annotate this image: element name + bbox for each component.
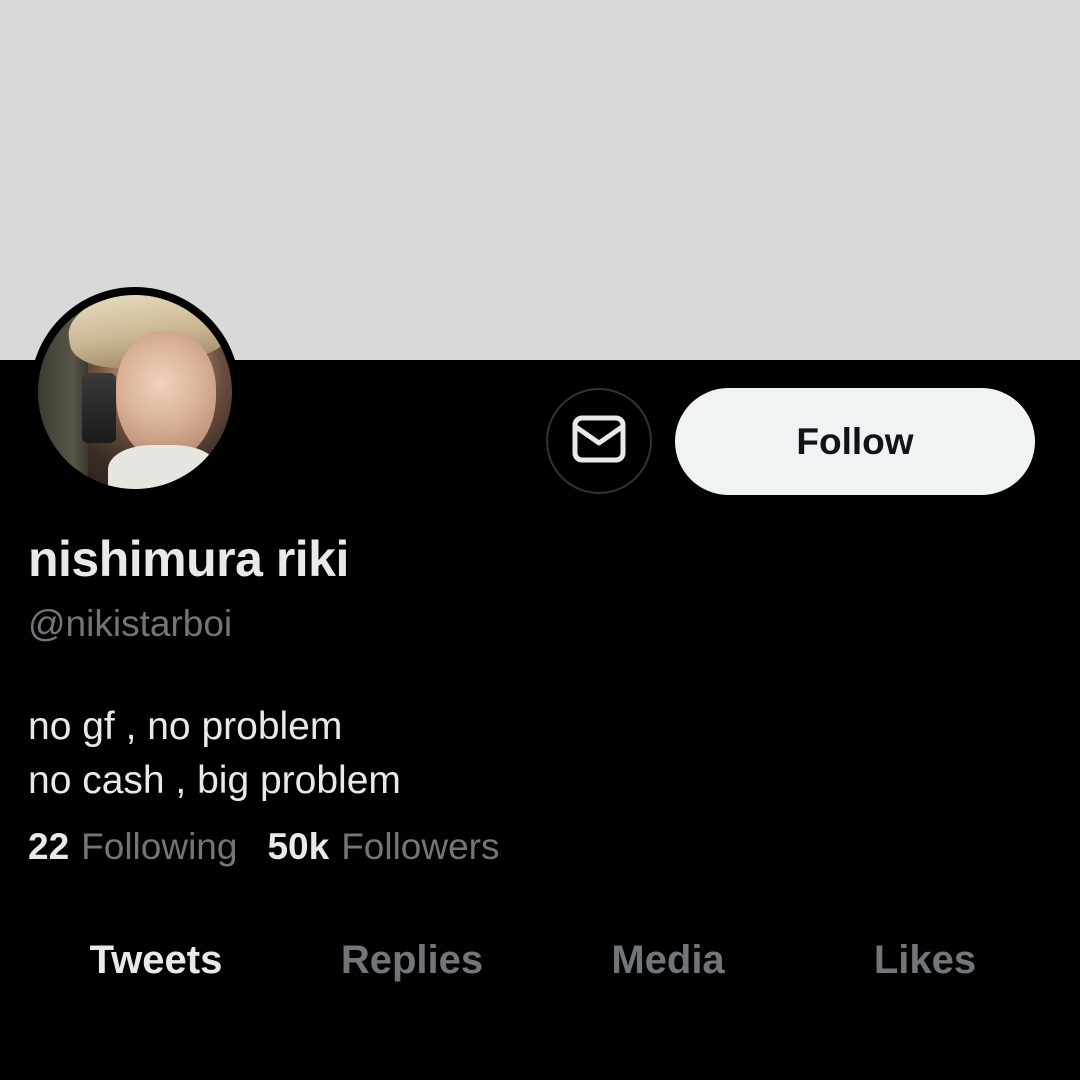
profile-stats: 22 Following 50k Followers [28,826,500,868]
avatar[interactable] [30,287,240,497]
followers-count: 50k [267,826,330,867]
profile-page: Follow nishimura riki @nikistarboi no gf… [0,0,1080,1080]
envelope-icon [572,415,626,468]
bio-line: no gf , no problem [28,705,343,748]
profile-bio: no gf , no problem no cash , big problem [28,700,401,808]
display-name: nishimura riki [28,531,349,587]
tab-replies[interactable]: Replies [341,938,483,983]
profile-handle: @nikistarboi [28,603,233,644]
followers-label: Followers [341,826,500,867]
follow-button-label: Follow [796,420,914,462]
avatar-photo [38,295,232,489]
following-count: 22 [28,826,70,867]
tab-tweets[interactable]: Tweets [90,938,223,983]
tab-likes[interactable]: Likes [874,938,976,983]
tab-media[interactable]: Media [611,938,724,983]
bio-line: no cash , big problem [28,759,401,802]
profile-tabs: Tweets Replies Media Likes [0,938,1080,998]
following-label: Following [81,826,238,867]
followers-link[interactable]: 50k Followers [267,826,499,868]
message-button[interactable] [546,388,652,494]
following-link[interactable]: 22 Following [28,826,237,868]
follow-button[interactable]: Follow [675,388,1035,495]
